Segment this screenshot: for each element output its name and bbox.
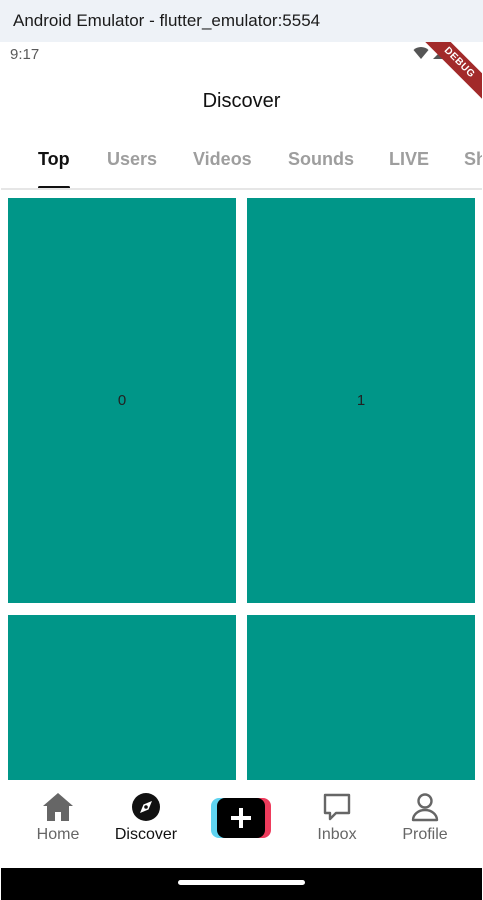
create-button[interactable] <box>211 798 271 838</box>
tab-sounds[interactable]: Sounds <box>288 149 354 170</box>
tab-videos[interactable]: Videos <box>193 149 252 170</box>
app-bar: Discover <box>1 68 482 134</box>
tab-top[interactable]: Top <box>38 149 70 170</box>
nav-label: Inbox <box>317 826 357 843</box>
home-gesture-handle[interactable] <box>178 880 305 885</box>
status-bar: 9:17 DEBUG <box>1 42 482 105</box>
profile-icon <box>411 793 439 822</box>
tab-indicator <box>38 186 70 188</box>
window-title: Android Emulator - flutter_emulator:5554 <box>13 11 321 30</box>
inbox-icon <box>323 793 351 821</box>
grid-tile[interactable]: 0 <box>8 198 236 603</box>
compass-icon <box>132 793 160 821</box>
grid-tile[interactable] <box>8 615 236 780</box>
gesture-bar <box>1 868 482 900</box>
page-title: Discover <box>202 89 281 112</box>
discover-grid: 0 1 <box>1 190 482 780</box>
tab-shop[interactable]: Sh <box>464 149 482 170</box>
grid-tile[interactable] <box>247 615 475 780</box>
tab-bar: Top Users Videos Sounds LIVE Sh <box>1 134 482 190</box>
create-button-face <box>217 798 265 838</box>
tile-label: 0 <box>117 392 127 409</box>
nav-label: Discover <box>114 826 178 843</box>
add-icon <box>231 808 251 828</box>
tab-live[interactable]: LIVE <box>389 149 429 170</box>
nav-home[interactable]: Home <box>13 792 103 844</box>
status-time: 9:17 <box>10 46 40 63</box>
emulator-window: Android Emulator - flutter_emulator:5554… <box>0 0 483 900</box>
tab-users[interactable]: Users <box>107 149 157 170</box>
nav-label: Profile <box>402 826 448 843</box>
nav-inbox[interactable]: Inbox <box>292 792 382 844</box>
nav-label: Home <box>36 826 80 843</box>
nav-discover[interactable]: Discover <box>101 792 191 844</box>
window-titlebar: Android Emulator - flutter_emulator:5554 <box>0 0 483 42</box>
grid-tile[interactable]: 1 <box>247 198 475 603</box>
tile-label: 1 <box>356 392 366 409</box>
wifi-icon <box>413 47 429 59</box>
bottom-navigation: Home Discover Inbox Profile <box>1 780 482 868</box>
device-screen: 9:17 DEBUG Discover Top Users Videos Sou… <box>1 42 482 900</box>
home-icon <box>43 793 73 821</box>
nav-profile[interactable]: Profile <box>380 792 470 844</box>
